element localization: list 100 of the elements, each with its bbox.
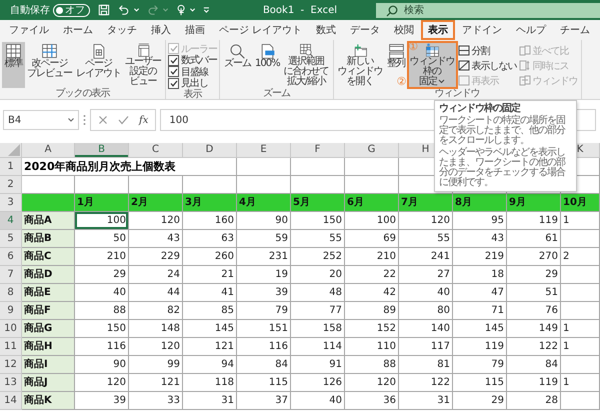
row-header[interactable]: 7 [0, 266, 22, 284]
stacked-windows-icon [386, 43, 406, 59]
row-header[interactable]: 12 [0, 356, 22, 374]
table-cell: 79 [237, 302, 291, 320]
checkbox-label: 見出し [181, 76, 208, 90]
row-header[interactable]: 3 [0, 194, 22, 212]
ribbon-button[interactable]: 表示しない [456, 58, 518, 73]
table-cell: 80 [399, 302, 453, 320]
table-cell [291, 158, 345, 176]
sheet-title: 2020年商品別月次売上個数表 [22, 158, 237, 176]
search-field[interactable]: 検索 [376, 2, 600, 18]
ribbon-button[interactable]: 改ページ プレビュー [25, 42, 74, 88]
table-cell: 85 [183, 302, 237, 320]
row-header[interactable]: 11 [0, 338, 22, 356]
column-header[interactable]: C [129, 143, 183, 158]
ribbon-tab[interactable]: 校閲 [387, 20, 422, 40]
ribbon-button[interactable]: 標準 [2, 42, 25, 88]
caret-icon[interactable] [68, 118, 74, 122]
table-cell: 152 [345, 320, 399, 338]
row-header[interactable]: 13 [0, 374, 22, 392]
column-header[interactable]: G [345, 143, 399, 158]
ribbon-tab[interactable]: ヘルプ [509, 20, 554, 40]
ribbon-button[interactable]: ズーム [222, 42, 253, 88]
table-cell: 149 [507, 320, 561, 338]
table-cell: 37 [237, 392, 291, 410]
ribbon-tab[interactable]: タッチ [100, 20, 144, 40]
table-cell: 84 [237, 356, 291, 374]
ribbon-tab[interactable]: ページ レイアウト [212, 20, 310, 40]
reset-window-icon [518, 75, 531, 86]
table-cell: 43 [453, 230, 507, 248]
table-cell: 160 [183, 212, 237, 230]
table-cell [561, 230, 600, 248]
row-label: 商品E [22, 284, 75, 302]
checkbox[interactable] [168, 54, 179, 66]
table-cell: 150 [291, 212, 345, 230]
table-cell: 29 [453, 392, 507, 410]
table-cell [561, 266, 600, 284]
ribbon-tab[interactable]: 数式 [309, 20, 344, 40]
ribbon-tab[interactable]: 挿入 [144, 20, 178, 40]
row-header[interactable]: 6 [0, 248, 22, 266]
column-header[interactable]: E [237, 143, 291, 158]
row-header[interactable]: 5 [0, 230, 22, 248]
check-icon[interactable] [118, 115, 129, 125]
ribbon-tab[interactable]: 描画 [178, 20, 212, 40]
table-cell: 95 [453, 212, 507, 230]
table-cell: 145 [453, 320, 507, 338]
column-label: 10月 [561, 194, 600, 212]
table-cell: 28 [507, 392, 561, 410]
ribbon-button[interactable]: ページ レイアウト [74, 42, 123, 88]
close-icon[interactable] [98, 115, 108, 125]
table-cell: 47 [453, 284, 507, 302]
row-header[interactable]: 8 [0, 284, 22, 302]
table-cell [561, 392, 600, 410]
column-header[interactable]: A [22, 143, 75, 158]
table-cell: 115 [237, 374, 291, 392]
ribbon-tab[interactable]: ホーム [56, 20, 100, 40]
checkbox[interactable] [168, 66, 179, 78]
ribbon-button[interactable]: 選択範囲 に合わせて 拡大/縮小 [282, 42, 331, 88]
ribbon-button[interactable]: 新しい ウィンドウ を開く [336, 42, 385, 88]
table-cell: 82 [129, 302, 183, 320]
customize-icon[interactable] [203, 6, 210, 14]
triangle-icon [8, 144, 20, 156]
ribbon-tab[interactable]: ファイル [2, 20, 56, 40]
row-header[interactable]: 10 [0, 320, 22, 338]
name-box[interactable]: B4 [3, 110, 79, 130]
table-cell: 122 [507, 338, 561, 356]
table-cell: 116 [75, 338, 129, 356]
autosave-toggle[interactable]: オフ [53, 4, 90, 16]
group-label: ズーム [262, 88, 292, 99]
row-label: 商品C [22, 248, 75, 266]
ribbon-button[interactable]: 100% [253, 42, 282, 88]
row-header[interactable]: 14 [0, 392, 22, 410]
undo-icon[interactable] [118, 3, 130, 17]
row-header[interactable]: 1 [0, 158, 22, 176]
table-cell: 33 [129, 392, 183, 410]
ribbon-tab[interactable]: データ [343, 20, 388, 40]
ribbon-button[interactable]: ユーザー 設定の ビュー [123, 42, 163, 88]
column-header[interactable]: D [183, 143, 237, 158]
caret-icon [162, 8, 168, 12]
insert-function-button[interactable]: fx [139, 114, 148, 126]
ribbon-tab[interactable]: アドイン [455, 20, 510, 40]
row-header[interactable]: 9 [0, 302, 22, 320]
ribbon-button[interactable]: 分割 [456, 43, 518, 58]
column-header[interactable]: F [291, 143, 345, 158]
ribbon-tab[interactable]: 表示 [421, 20, 456, 40]
table-cell: 48 [291, 284, 345, 302]
column-header[interactable]: B [75, 143, 129, 158]
save-icon[interactable] [98, 3, 110, 17]
grid-icon [4, 43, 23, 59]
table-cell: 1 [561, 338, 600, 356]
table-cell: 27 [399, 266, 453, 284]
row-header[interactable]: 4 [0, 212, 22, 230]
row-header[interactable]: 2 [0, 176, 22, 194]
checkbox-label: 目盛線 [181, 66, 208, 78]
table-cell: 61 [507, 230, 561, 248]
table-cell: 20 [291, 266, 345, 284]
step-marker: ② [396, 76, 406, 88]
row-label: 商品D [22, 266, 75, 284]
ribbon-tab[interactable]: チーム [553, 20, 598, 40]
checkbox[interactable] [168, 78, 179, 89]
